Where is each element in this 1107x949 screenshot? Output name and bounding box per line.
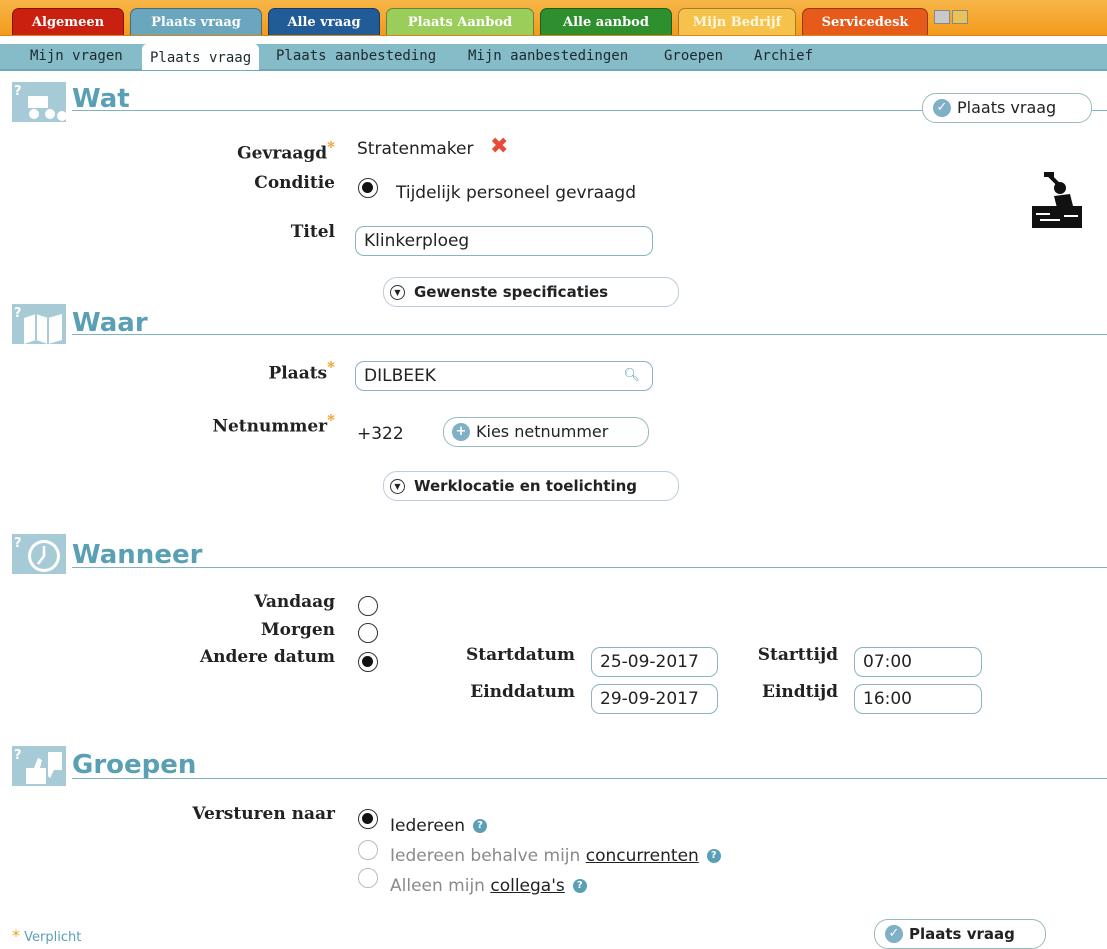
verplicht-note: * Verplicht: [12, 926, 82, 945]
titel-label: Titel: [290, 222, 335, 242]
check-icon: ✓: [933, 99, 951, 117]
section-waar-header: ? Waar: [0, 302, 1107, 346]
morgen-radio[interactable]: [358, 623, 378, 643]
expand-down-icon: ▼: [390, 479, 405, 494]
thumbs-icon: ?: [12, 746, 66, 786]
conditie-value: Tijdelijk personeel gevraagd: [396, 183, 637, 203]
plaats-vraag-button-bottom[interactable]: ✓ Plaats vraag: [874, 919, 1046, 949]
worker-icon: [1032, 172, 1082, 228]
subnav-archief[interactable]: Archief: [754, 48, 813, 64]
machine-icon: ?: [12, 82, 66, 122]
werklocatie-label: Werklocatie en toelichting: [414, 477, 638, 495]
titel-input[interactable]: Klinkerploeg: [355, 226, 653, 256]
svg-text:?: ?: [14, 748, 22, 763]
einddatum-label: Einddatum: [470, 682, 575, 702]
section-wanneer-header: ? Wanneer: [0, 532, 1107, 576]
section-divider: [72, 778, 1107, 779]
collegas-link[interactable]: collega's: [490, 876, 564, 896]
lock-icon[interactable]: [952, 10, 968, 24]
eindtijd-input[interactable]: 16:00: [854, 684, 982, 714]
plaats-vraag-label: Plaats vraag: [909, 925, 1015, 943]
search-icon[interactable]: 🔍︎: [623, 362, 640, 390]
startdatum-label: Startdatum: [465, 645, 575, 665]
iedereen-behalve-option: Iedereen behalve mijn concurrenten?: [390, 846, 721, 866]
section-divider: [72, 334, 1107, 335]
starttijd-input[interactable]: 07:00: [854, 647, 982, 677]
svg-text:?: ?: [14, 536, 22, 551]
subnav-mijn-vragen[interactable]: Mijn vragen: [30, 48, 123, 64]
help-icon[interactable]: ?: [706, 849, 721, 863]
andere-datum-label: Andere datum: [199, 647, 335, 667]
subnav-groepen[interactable]: Groepen: [664, 48, 723, 64]
subnav-plaats-vraag[interactable]: Plaats vraag: [142, 44, 260, 70]
expand-down-icon: ▼: [390, 285, 405, 300]
vandaag-label: Vandaag: [254, 592, 335, 612]
clock-icon: ?: [12, 534, 66, 574]
svg-text:?: ?: [14, 306, 22, 321]
conditie-radio[interactable]: [358, 178, 378, 198]
iedereen-option: Iedereen?: [390, 816, 488, 836]
tab-plaats-aanbod[interactable]: Plaats Aanbod: [386, 8, 534, 35]
iedereen-radio[interactable]: [358, 809, 378, 829]
einddatum-input[interactable]: 29-09-2017: [591, 684, 718, 714]
section-divider: [72, 567, 1107, 568]
startdatum-input[interactable]: 25-09-2017: [591, 647, 718, 677]
subnav-mijn-aanbestedingen[interactable]: Mijn aanbestedingen: [468, 48, 628, 64]
concurrenten-link[interactable]: concurrenten: [586, 846, 699, 866]
tab-plaats-vraag[interactable]: Plaats vraag: [130, 8, 262, 35]
plaats-input[interactable]: DILBEEK 🔍︎: [355, 361, 653, 391]
versturen-naar-label: Versturen naar: [192, 804, 335, 824]
kies-netnummer-button[interactable]: + Kies netnummer: [443, 417, 649, 447]
sub-nav-bar: Mijn vragen Plaats vraag Plaats aanbeste…: [0, 44, 1107, 71]
top-tab-bar: Algemeen Plaats vraag Alle vraag Plaats …: [0, 0, 1107, 36]
plaats-value: DILBEEK: [364, 366, 436, 386]
andere-datum-radio[interactable]: [358, 652, 378, 672]
gevraagd-label: Gevraagd*: [237, 138, 335, 164]
check-icon: ✓: [885, 925, 903, 943]
netnummer-value: +322: [357, 424, 404, 444]
svg-text:?: ?: [14, 84, 22, 99]
plus-icon: +: [452, 423, 470, 441]
subnav-plaats-aanbesteding[interactable]: Plaats aanbesteding: [276, 48, 436, 64]
eindtijd-label: Eindtijd: [761, 682, 838, 702]
section-title-groepen: Groepen: [72, 750, 197, 780]
kies-netnummer-label: Kies netnummer: [476, 422, 609, 441]
alleen-collegas-radio: [358, 868, 378, 888]
starttijd-label: Starttijd: [757, 645, 838, 665]
plaats-label: Plaats*: [268, 358, 335, 384]
map-icon: ?: [12, 304, 66, 344]
vandaag-radio[interactable]: [358, 596, 378, 616]
section-title-wanneer: Wanneer: [72, 540, 203, 570]
gevraagd-value: Stratenmaker: [357, 139, 474, 159]
help-icon[interactable]: ?: [473, 819, 488, 833]
plaats-vraag-button-top[interactable]: ✓ Plaats vraag: [922, 93, 1092, 123]
help-icon[interactable]: ?: [572, 879, 587, 893]
morgen-label: Morgen: [260, 620, 335, 640]
tab-alle-aanbod[interactable]: Alle aanbod: [540, 8, 672, 35]
conditie-label: Conditie: [254, 173, 335, 193]
alleen-collegas-option: Alleen mijn collega's?: [390, 876, 587, 896]
tab-alle-vraag[interactable]: Alle vraag: [268, 8, 380, 35]
plaats-vraag-label: Plaats vraag: [957, 98, 1057, 117]
iedereen-behalve-radio: [358, 840, 378, 860]
tab-mijn-bedrijf[interactable]: Mijn Bedrijf: [678, 8, 796, 35]
remove-icon[interactable]: ✖: [490, 134, 508, 159]
tab-servicedesk[interactable]: Servicedesk: [802, 8, 928, 35]
section-groepen-header: ? Groepen: [0, 744, 1107, 788]
netnummer-label: Netnummer*: [212, 411, 335, 437]
werklocatie-toggle[interactable]: ▼ Werklocatie en toelichting: [383, 471, 679, 501]
tab-algemeen[interactable]: Algemeen: [12, 8, 124, 35]
window-icon[interactable]: [934, 10, 950, 24]
